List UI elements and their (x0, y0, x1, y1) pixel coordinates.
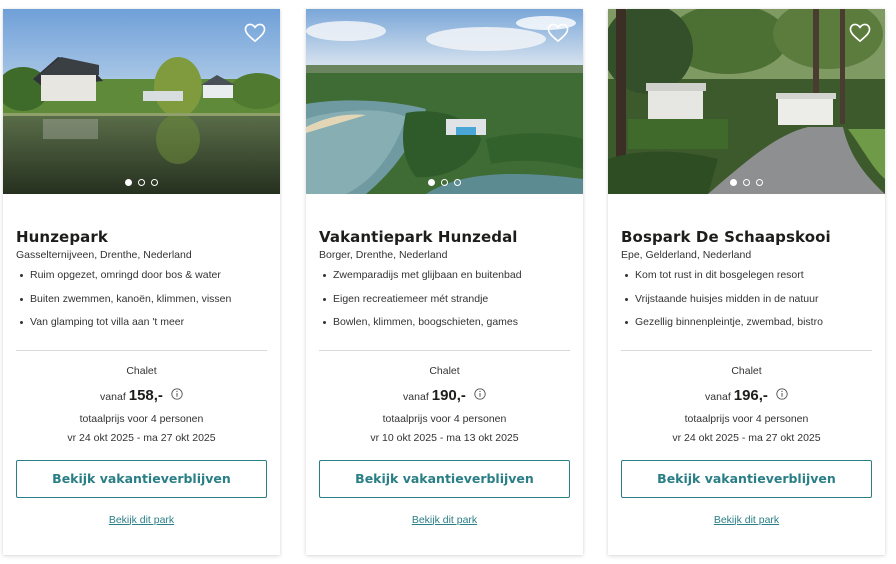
view-accommodations-button[interactable]: Bekijk vakantieverblijven (16, 459, 267, 498)
park-location: Gasselternijveen, Drenthe, Nederland (16, 249, 192, 261)
total-price-note: totaalprijs voor 4 personen (382, 412, 507, 425)
stay-dates: vr 24 okt 2025 - ma 27 okt 2025 (672, 431, 821, 444)
feature-item: Eigen recreatiemeer mét strandje (319, 293, 570, 317)
price-prefix: vanaf (100, 390, 126, 403)
carousel-dot-3[interactable] (756, 179, 763, 186)
divider (16, 349, 267, 351)
price-amount: 196,- (733, 386, 768, 404)
park-title: Hunzepark (16, 228, 108, 246)
price-block: Chalet vanaf 196,- totaalprijs voor 4 pe… (621, 365, 872, 444)
park-location: Borger, Drenthe, Nederland (319, 249, 448, 261)
info-icon[interactable] (474, 387, 486, 400)
park-card-hunzepark: Hunzepark Gasselternijveen, Drenthe, Ned… (3, 9, 280, 555)
accommodation-type: Chalet (126, 364, 157, 377)
view-accommodations-button[interactable]: Bekijk vakantieverblijven (621, 459, 872, 498)
price-block: Chalet vanaf 158,- totaalprijs voor 4 pe… (16, 365, 267, 444)
feature-list: Kom tot rust in dit bosgelegen resort Vr… (621, 269, 872, 340)
feature-item: Vrijstaande huisjes midden in de natuur (621, 293, 872, 317)
price-prefix: vanaf (403, 390, 429, 403)
stay-dates: vr 10 okt 2025 - ma 13 okt 2025 (370, 431, 519, 444)
carousel-dots (306, 179, 583, 186)
carousel-dot-3[interactable] (151, 179, 158, 186)
carousel-dot-1[interactable] (428, 179, 435, 186)
view-park-link[interactable]: Bekijk dit park (16, 514, 267, 526)
favorite-heart-icon[interactable] (547, 23, 569, 43)
feature-item: Kom tot rust in dit bosgelegen resort (621, 269, 872, 293)
carousel-dot-1[interactable] (125, 179, 132, 186)
park-photo[interactable] (3, 9, 280, 194)
divider (621, 349, 872, 351)
carousel-dot-2[interactable] (441, 179, 448, 186)
price-row: vanaf 190,- (319, 387, 570, 404)
carousel-dots (608, 179, 885, 186)
park-title: Vakantiepark Hunzedal (319, 228, 518, 246)
feature-item: Van glamping tot villa aan 't meer (16, 316, 267, 340)
price-prefix: vanaf (705, 390, 731, 403)
price-amount: 190,- (431, 386, 466, 404)
feature-item: Buiten zwemmen, kanoën, klimmen, vissen (16, 293, 267, 317)
park-photo[interactable] (608, 9, 885, 194)
feature-item: Zwemparadijs met glijbaan en buitenbad (319, 269, 570, 293)
carousel-dot-2[interactable] (138, 179, 145, 186)
lake-houses-image (3, 9, 280, 194)
park-card-hunzedal: Vakantiepark Hunzedal Borger, Drenthe, N… (306, 9, 583, 555)
carousel-dot-3[interactable] (454, 179, 461, 186)
park-card-schaapskooi: Bospark De Schaapskooi Epe, Gelderland, … (608, 9, 885, 555)
stay-dates: vr 24 okt 2025 - ma 27 okt 2025 (67, 431, 216, 444)
view-accommodations-button[interactable]: Bekijk vakantieverblijven (319, 459, 570, 498)
accommodation-type: Chalet (429, 364, 460, 377)
price-amount: 158,- (128, 386, 163, 404)
forest-chalets-image (608, 9, 885, 194)
accommodation-type: Chalet (731, 364, 762, 377)
carousel-dot-1[interactable] (730, 179, 737, 186)
carousel-dot-2[interactable] (743, 179, 750, 186)
park-location: Epe, Gelderland, Nederland (621, 249, 752, 261)
price-row: vanaf 158,- (16, 387, 267, 404)
divider (319, 349, 570, 351)
feature-item: Gezellig binnenpleintje, zwembad, bistro (621, 316, 872, 340)
favorite-heart-icon[interactable] (849, 23, 871, 43)
info-icon[interactable] (171, 387, 183, 400)
favorite-heart-icon[interactable] (244, 23, 266, 43)
park-photo[interactable] (306, 9, 583, 194)
carousel-dots (3, 179, 280, 186)
total-price-note: totaalprijs voor 4 personen (79, 412, 204, 425)
total-price-note: totaalprijs voor 4 personen (684, 412, 809, 425)
park-title: Bospark De Schaapskooi (621, 228, 831, 246)
feature-item: Ruim opgezet, omringd door bos & water (16, 269, 267, 293)
feature-item: Bowlen, klimmen, boogschieten, games (319, 316, 570, 340)
info-icon[interactable] (776, 387, 788, 400)
view-park-link[interactable]: Bekijk dit park (621, 514, 872, 526)
feature-list: Zwemparadijs met glijbaan en buitenbad E… (319, 269, 570, 340)
aerial-lake-image (306, 9, 583, 194)
feature-list: Ruim opgezet, omringd door bos & water B… (16, 269, 267, 340)
price-block: Chalet vanaf 190,- totaalprijs voor 4 pe… (319, 365, 570, 444)
view-park-link[interactable]: Bekijk dit park (319, 514, 570, 526)
price-row: vanaf 196,- (621, 387, 872, 404)
